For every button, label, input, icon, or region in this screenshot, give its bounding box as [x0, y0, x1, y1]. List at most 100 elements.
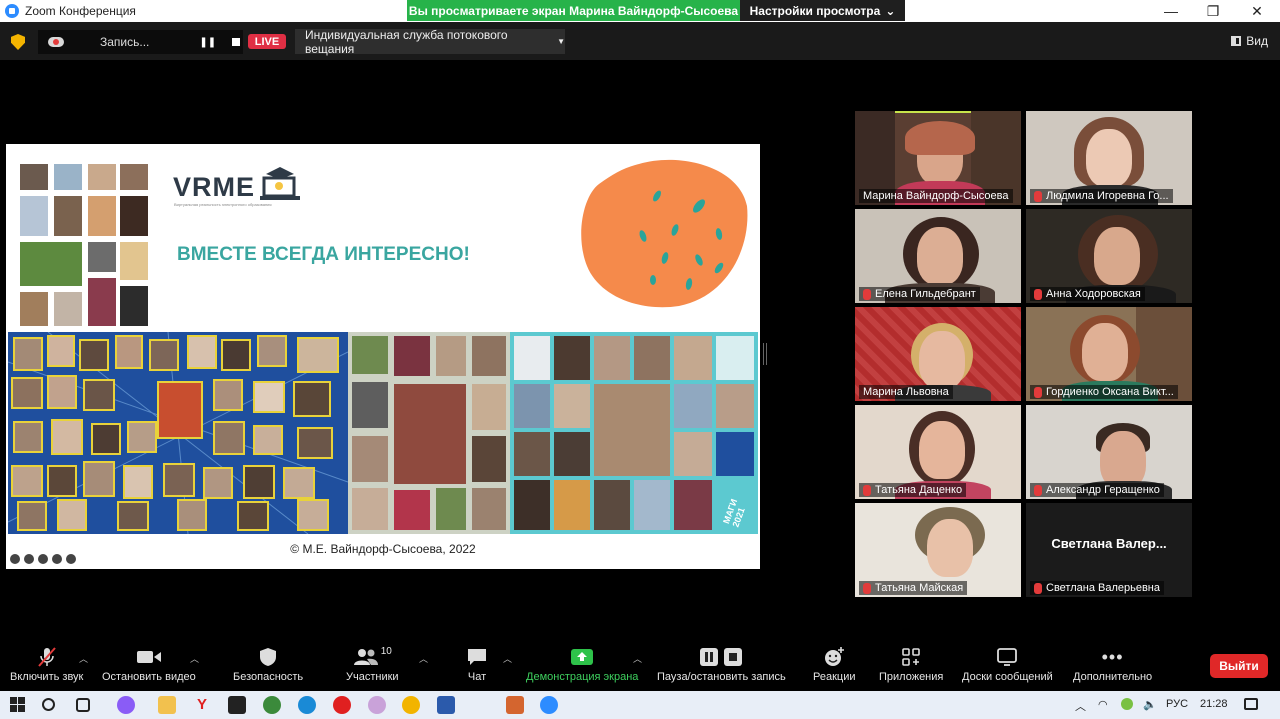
- meeting-top-bar: Запись... ❚❚ LIVE Индивидуальная служба …: [0, 22, 1280, 60]
- security-button[interactable]: Безопасность: [233, 646, 303, 683]
- share-screen-icon: [571, 649, 594, 665]
- powerpoint-icon[interactable]: [506, 696, 524, 714]
- participant-tile[interactable]: Татьяна Даценко: [855, 405, 1021, 499]
- participant-tile[interactable]: Светлана Валер... Светлана Валерьевна: [1026, 503, 1192, 597]
- windows-taskbar: Y ︿ ◠ 🔈 РУС 21:28: [0, 691, 1280, 719]
- security-shield-icon[interactable]: [11, 34, 25, 50]
- stop-video-button[interactable]: Остановить видео: [102, 646, 196, 683]
- close-button[interactable]: ✕: [1234, 0, 1280, 22]
- view-button[interactable]: Вид: [1231, 34, 1268, 48]
- word-icon[interactable]: [437, 696, 455, 714]
- participant-tile[interactable]: Марина Львовна: [855, 307, 1021, 401]
- vrme-logo: VRME: [173, 172, 256, 202]
- tray-app-icon[interactable]: [1121, 698, 1133, 710]
- task-view-icon[interactable]: [76, 698, 90, 712]
- search-icon[interactable]: [42, 698, 55, 711]
- pause-recording-icon[interactable]: ❚❚: [199, 37, 216, 48]
- apps-button[interactable]: Приложения: [879, 646, 943, 683]
- zoom-taskbar-icon[interactable]: [540, 696, 558, 714]
- participant-name: Людмила Игоревна Го...: [1030, 189, 1173, 203]
- minimize-button[interactable]: —: [1148, 0, 1194, 22]
- language-indicator[interactable]: РУС: [1166, 698, 1188, 710]
- more-icon[interactable]: [52, 554, 62, 564]
- view-layout-icon: [1231, 36, 1242, 46]
- participant-name: Анна Ходоровская: [1030, 287, 1145, 301]
- participant-tile[interactable]: Людмила Игоревна Го...: [1026, 111, 1192, 205]
- muted-mic-icon: [37, 647, 56, 667]
- slide-slogan: ВМЕСТЕ ВСЕГДА ИНТЕРЕСНО!: [177, 244, 470, 265]
- share-options-caret[interactable]: ︿: [633, 652, 642, 665]
- pen-icon[interactable]: [24, 554, 34, 564]
- muted-mic-icon: [863, 288, 871, 300]
- muted-mic-icon: [863, 484, 871, 496]
- stream-service-select[interactable]: Индивидуальная служба потокового вещания…: [295, 28, 565, 56]
- reactions-button[interactable]: Реакции: [813, 646, 856, 683]
- wifi-icon[interactable]: ◠: [1098, 698, 1108, 711]
- leave-button[interactable]: Выйти: [1210, 654, 1268, 678]
- window-title: Zoom Конференция: [25, 4, 136, 18]
- whiteboards-button[interactable]: Доски сообщений: [962, 646, 1053, 683]
- laptop-bulb-icon: [260, 167, 300, 200]
- share-screen-button[interactable]: Демонстрация экрана: [526, 646, 638, 683]
- pause-icon: [700, 648, 719, 666]
- participant-name: Татьяна Майская: [859, 581, 968, 595]
- participant-tile[interactable]: Марина Вайндорф-Сысоева: [855, 111, 1021, 205]
- file-explorer-icon[interactable]: [158, 696, 176, 714]
- pause-stop-recording-button[interactable]: Пауза/остановить запись: [657, 646, 786, 683]
- dropdown-arrow-icon: ▼: [557, 37, 565, 46]
- opera-icon[interactable]: [333, 696, 351, 714]
- splitter-handle[interactable]: [763, 343, 767, 365]
- chrome-icon[interactable]: [402, 696, 420, 714]
- zoom-app-icon: [5, 4, 19, 18]
- muted-mic-icon: [1034, 190, 1042, 202]
- taskbar-app-icon[interactable]: [117, 696, 135, 714]
- amazon-icon[interactable]: [228, 696, 246, 714]
- participants-options-caret[interactable]: ︿: [419, 652, 428, 665]
- participant-tile[interactable]: Елена Гильдебрант: [855, 209, 1021, 303]
- edge-icon[interactable]: [298, 696, 316, 714]
- muted-mic-icon: [1034, 484, 1042, 496]
- volume-icon[interactable]: 🔈: [1143, 698, 1157, 711]
- yandex-browser-icon[interactable]: Y: [193, 696, 211, 714]
- video-options-caret[interactable]: ︿: [190, 652, 199, 665]
- recording-label: Запись...: [100, 35, 150, 49]
- view-options-button[interactable]: Настройки просмотра ⌄: [740, 0, 905, 21]
- chat-icon: [468, 649, 486, 665]
- chat-options-caret[interactable]: ︿: [503, 652, 512, 665]
- participant-tile[interactable]: Гордиенко Оксана Викт...: [1026, 307, 1192, 401]
- notifications-icon[interactable]: [1244, 698, 1258, 710]
- screen-share-banner: Вы просматриваете экран Марина Вайндорф-…: [407, 0, 740, 21]
- participant-tile[interactable]: Татьяна Майская: [855, 503, 1021, 597]
- unmute-button[interactable]: Включить звук: [10, 646, 83, 683]
- clock[interactable]: 21:28: [1200, 698, 1228, 710]
- participant-name: Светлана Валерьевна: [1030, 581, 1164, 595]
- photo-grid-top-left: [20, 164, 148, 326]
- cloud-recording-icon: [48, 37, 64, 47]
- windows-start-icon[interactable]: [10, 697, 25, 712]
- prev-slide-icon[interactable]: [10, 554, 20, 564]
- participants-button[interactable]: 10 Участники: [346, 646, 399, 684]
- participant-tile[interactable]: Анна Ходоровская: [1026, 209, 1192, 303]
- participants-icon: [353, 649, 378, 665]
- shield-icon: [260, 648, 277, 666]
- taskbar-app-icon-2[interactable]: [368, 696, 386, 714]
- muted-mic-icon: [1034, 582, 1042, 594]
- stop-icon: [724, 648, 743, 666]
- next-slide-icon[interactable]: [66, 554, 76, 564]
- meeting-toolbar: Включить звук ︿ Остановить видео ︿ Безоп…: [0, 640, 1280, 690]
- stop-recording-icon[interactable]: [232, 38, 241, 46]
- participant-name: Марина Вайндорф-Сысоева: [859, 189, 1013, 203]
- chat-button[interactable]: Чат: [466, 646, 488, 683]
- tray-expand-icon[interactable]: ︿: [1075, 698, 1086, 714]
- recording-panel: Запись... ❚❚: [38, 30, 243, 54]
- more-button[interactable]: ••• Дополнительно: [1073, 646, 1152, 684]
- grid-icon[interactable]: [38, 554, 48, 564]
- slide-copyright: © М.Е. Вайндорф-Сысоева, 2022: [290, 542, 476, 556]
- participant-tile[interactable]: Александр Геращенко: [1026, 405, 1192, 499]
- restore-button[interactable]: ❐: [1190, 0, 1236, 22]
- whiteboard-icon: [997, 648, 1018, 666]
- ellipsis-icon: •••: [1101, 646, 1124, 667]
- tripadvisor-icon[interactable]: [263, 696, 281, 714]
- audio-options-caret[interactable]: ︿: [79, 652, 88, 665]
- muted-mic-icon: [863, 582, 871, 594]
